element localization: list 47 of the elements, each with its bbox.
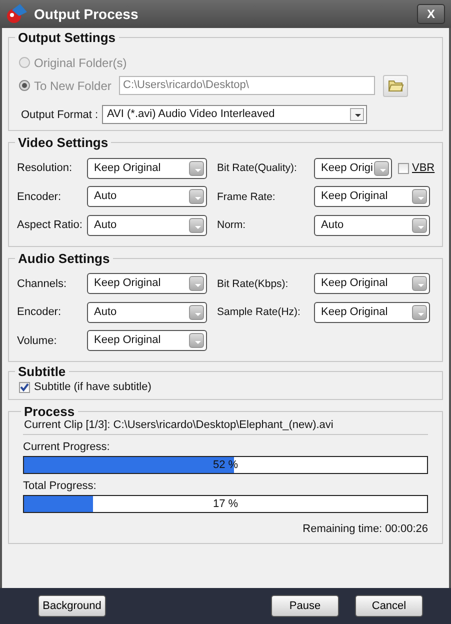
field-label: Resolution: — [17, 162, 74, 174]
field-label: Output Format : — [21, 108, 98, 120]
vbr-checkbox[interactable]: VBR — [398, 162, 435, 174]
dropdown[interactable]: Keep Original — [314, 273, 430, 294]
dropdown[interactable]: Keep Origi — [314, 158, 392, 179]
dropdown[interactable]: Auto — [87, 302, 207, 323]
field-label: Bit Rate(Kbps): — [217, 278, 290, 290]
dialog-button[interactable]: Background — [38, 595, 106, 617]
dropdown[interactable]: Auto — [314, 214, 430, 236]
field-label: Encoder: — [17, 306, 62, 318]
field-label: Channels: — [17, 278, 68, 290]
dialog-button[interactable]: Cancel — [355, 595, 423, 617]
dropdown[interactable]: Keep Original — [87, 158, 207, 179]
field-label: Bit Rate(Quality): — [217, 162, 298, 174]
radio-option: Original Folder(s) — [19, 56, 127, 70]
dialog-button[interactable]: Pause — [271, 595, 339, 617]
checkmark-icon — [20, 382, 29, 392]
dropdown[interactable]: Keep Original — [314, 302, 430, 323]
browse-button[interactable] — [383, 74, 408, 96]
radio-option: To New Folder — [19, 78, 115, 92]
field-label: Sample Rate(Hz): — [217, 306, 302, 318]
field-label: Norm: — [217, 219, 247, 232]
section-title: Video Settings — [17, 135, 110, 150]
field-label: Aspect Ratio: — [17, 219, 84, 232]
progress-label: Current Progress: — [23, 441, 111, 453]
field-label: Frame Rate: — [217, 190, 276, 203]
section-title: Subtitle — [17, 364, 67, 379]
dropdown[interactable]: Auto — [87, 186, 207, 208]
current-clip-text: Current Clip [1/3]: C:\Users\ricardo\Desktop\Elephant_(new).avi — [23, 419, 428, 435]
section-title: Output Settings — [17, 30, 116, 45]
folder-icon — [388, 80, 404, 92]
section-title: Process — [23, 404, 76, 419]
field-label: Encoder: — [17, 190, 62, 203]
format-dropdown[interactable]: AVI (*.avi) Audio Video Interleaved — [102, 105, 368, 124]
dropdown[interactable]: Auto — [87, 214, 207, 236]
dropdown[interactable]: Keep Original — [87, 330, 207, 352]
window-title: Output Process — [34, 6, 140, 22]
dropdown[interactable]: Keep Original — [314, 186, 430, 208]
app-icon — [6, 4, 28, 24]
progress-label: Total Progress: — [23, 480, 98, 492]
close-button[interactable]: X — [417, 4, 445, 24]
remaining-time: Remaining time: 00:00:26 — [302, 523, 428, 535]
section-title: Audio Settings — [17, 250, 111, 266]
progress-reading: 17 % — [212, 498, 240, 510]
field-label: Volume: — [17, 334, 58, 347]
dropdown[interactable]: Keep Original — [87, 273, 207, 294]
subtitle-checkbox[interactable]: Subtitle (if have subtitle) — [19, 381, 432, 393]
